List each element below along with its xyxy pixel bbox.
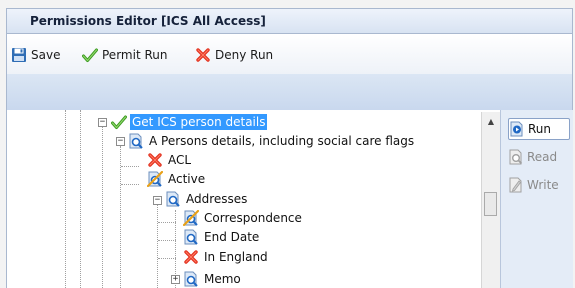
tree-node-label: In England <box>204 250 268 264</box>
green-check-icon <box>82 48 98 62</box>
scroll-up-arrow-icon[interactable]: ▲ <box>482 112 500 130</box>
run-permission-button[interactable]: Run <box>508 118 570 140</box>
tree-node-active[interactable]: Active <box>147 170 207 188</box>
write-label: Write <box>527 178 559 192</box>
tree-node-memo[interactable]: Memo <box>183 270 243 288</box>
red-x-icon <box>148 153 162 167</box>
partial-magnifier-icon <box>183 210 199 226</box>
save-icon <box>12 48 26 62</box>
run-icon <box>510 121 523 137</box>
green-check-icon <box>111 115 127 129</box>
tree-guide-line <box>65 110 66 288</box>
read-label: Read <box>527 150 558 164</box>
toolbar-band <box>6 74 573 110</box>
tree-connector <box>158 258 176 259</box>
magnifier-icon <box>184 229 198 245</box>
tree-connector <box>121 184 139 185</box>
tree-node-acl[interactable]: ACL <box>147 151 193 169</box>
magnifier-icon <box>129 133 143 149</box>
permissions-editor-window: Permissions Editor [ICS All Access] Save… <box>0 0 575 288</box>
tree-guide-line <box>102 127 103 288</box>
tree-node-get-ics-person-details[interactable]: Get ICS person details <box>111 113 268 131</box>
tree-node-end-date[interactable]: End Date <box>183 228 261 246</box>
tree-guide-line <box>80 110 81 288</box>
tree-node-label: Memo <box>204 272 241 286</box>
tree-node-persons-details[interactable]: A Persons details, including social care… <box>128 132 416 150</box>
permission-side-panel: Run Read Write <box>500 110 573 288</box>
scrollbar-thumb[interactable] <box>484 192 497 216</box>
permit-run-label: Permit Run <box>102 48 168 62</box>
collapse-toggle[interactable]: − <box>98 118 107 127</box>
tree-guide-line <box>120 146 121 288</box>
permissions-tree: − − − + Get ICS person details A Persons… <box>6 110 500 288</box>
partial-magnifier-icon <box>147 171 163 187</box>
write-permission-button[interactable]: Write <box>508 174 570 196</box>
tree-node-label: Addresses <box>186 192 248 206</box>
tree-node-in-england[interactable]: In England <box>183 248 270 266</box>
collapse-toggle[interactable]: − <box>153 196 162 205</box>
tree-node-label: Get ICS person details <box>130 114 268 130</box>
tree-node-addresses[interactable]: Addresses <box>165 190 249 208</box>
red-x-icon <box>184 250 198 264</box>
run-label: Run <box>528 122 552 136</box>
window-title: Permissions Editor [ICS All Access] <box>30 14 266 28</box>
tree-connector <box>158 240 176 241</box>
tree-node-label: End Date <box>204 230 260 244</box>
tree-node-correspondence[interactable]: Correspondence <box>183 209 304 227</box>
magnifier-icon <box>184 271 198 287</box>
toolbar: Save Permit Run Deny Run <box>6 34 573 74</box>
tree-node-label: A Persons details, including social care… <box>149 134 415 148</box>
tree-node-label: Active <box>168 172 206 186</box>
tree-connector <box>121 166 139 167</box>
save-button[interactable]: Save <box>11 45 60 65</box>
write-icon <box>509 177 522 193</box>
expand-toggle[interactable]: + <box>171 275 180 284</box>
read-icon <box>509 149 523 165</box>
deny-run-button[interactable]: Deny Run <box>195 45 273 65</box>
tree-node-label: ACL <box>168 153 192 167</box>
magnifier-icon <box>166 191 180 207</box>
read-permission-button[interactable]: Read <box>508 146 570 168</box>
collapse-toggle[interactable]: − <box>116 137 125 146</box>
permit-run-button[interactable]: Permit Run <box>82 45 167 65</box>
tree-connector <box>158 222 176 223</box>
red-x-icon <box>196 48 210 62</box>
tree-node-label: Correspondence <box>204 211 302 225</box>
save-label: Save <box>31 48 61 62</box>
title-bar: Permissions Editor [ICS All Access] <box>6 8 573 34</box>
deny-run-label: Deny Run <box>215 48 274 62</box>
tree-scrollbar[interactable]: ▲ <box>481 112 500 288</box>
tree-guide-line <box>157 202 158 288</box>
